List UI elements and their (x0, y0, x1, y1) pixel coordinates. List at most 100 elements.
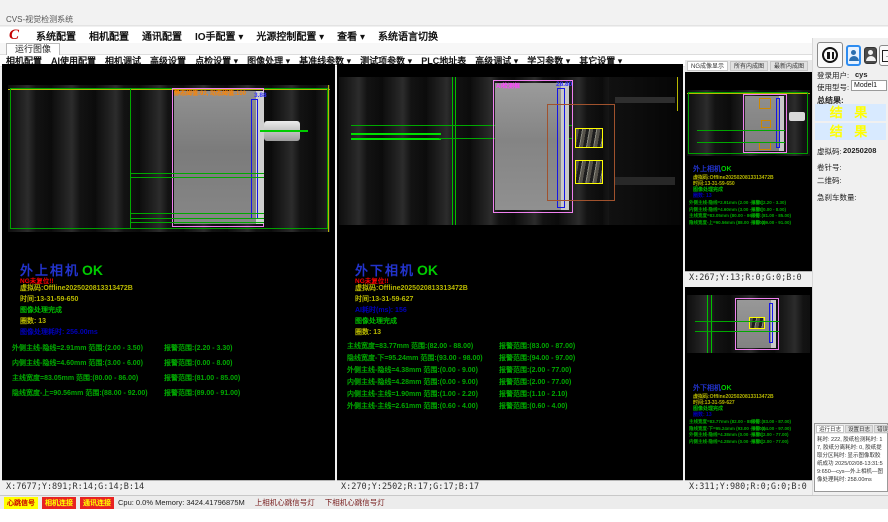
pixel-coords-bar: X:311;Y:980;R:0;G:0;B:0 (685, 480, 812, 494)
measure-line (130, 177, 264, 178)
threshold-label: 静态阈值:93, 动态阈值:100 (174, 88, 246, 97)
time-text: 时间:13-31-59-650 (20, 294, 78, 304)
rt-tabs-2[interactable]: 最新内成图 (770, 61, 808, 71)
camera-result-title: 外下相机OK (693, 383, 732, 393)
measurement-list: 外侧主线-隐线=2.91mm 范围:(2.00 - 3.50)报警范围:(2.2… (12, 341, 240, 401)
ng-thumbnail-image[interactable] (687, 90, 810, 156)
brake-count-label: 急刹车数量: (817, 192, 857, 203)
result-ok: OK (721, 385, 732, 392)
roi-orange-box (761, 120, 771, 128)
window-title: CVS-视觉检测系统 (6, 14, 73, 25)
result-ok: OK (721, 166, 732, 173)
roi-yellow-box (575, 160, 603, 184)
roi-yellow-box (749, 317, 765, 329)
camera-result-title: 外上相机OK (693, 164, 732, 174)
login-user-label: 登录用户: (817, 70, 849, 81)
pixel-coords-bar: X:270;Y:2502;R:17;G:17;B:17 (337, 480, 683, 494)
exit-button[interactable] (879, 45, 888, 66)
menu-items-5[interactable]: 查看 ▾ (337, 28, 365, 43)
barcode-text: 虚拟码:Offline2025020813313472B (20, 283, 133, 293)
measure-line (130, 173, 264, 174)
pixel-coords-bar: X:7677;Y:891;R:14;G:14;B:14 (2, 480, 335, 494)
menu-items-3[interactable]: IO手配置 ▾ (195, 28, 243, 43)
status-bar: 心跳信号 相机连接 通讯连接 Cpu: 0.0% Memory: 3424.41… (0, 495, 888, 509)
measurement-row: 外侧主线-隐线=2.91mm 范围:(2.00 - 3.50)报警范围:(2.2… (12, 341, 240, 356)
result-indicator-bottom: 结 果 (815, 123, 886, 140)
lower-cam-heartbeat: 下相机心跳信号灯 (325, 497, 385, 508)
bright-green-segment (351, 133, 441, 135)
time-text: 时间:13-31-59-627 (355, 294, 413, 304)
exit-door-icon (882, 50, 888, 62)
result-ok: OK (417, 262, 438, 278)
menu-items-1[interactable]: 相机配置 (89, 28, 129, 43)
result-ok: OK (82, 262, 103, 278)
app-logo-icon: C (9, 27, 19, 43)
log-tabs-1[interactable]: 设置日志 (845, 425, 873, 433)
left-camera-panel: 3.88 静态阈值:93, 动态阈值:100 外上相机OK NG未复位!! 虚拟… (2, 64, 335, 494)
roi-orange-box (759, 142, 771, 150)
menu-bar: C 系统配置相机配置通讯配置 IO手配置 ▾ 光源控制配置 ▾ 查看 ▾ 系统语言切换 (0, 27, 888, 43)
roi-brown-rect (547, 104, 615, 201)
heartbeat-badge: 心跳信号 (4, 497, 38, 509)
process-done-text: 图像处理完成 (355, 316, 397, 326)
measurement-row: 主线宽度=83.77mm 范围:(82.00 - 88.00)报警范围:(83.… (347, 341, 575, 353)
rt-tabs-1[interactable]: 所有内成图 (730, 61, 768, 71)
rt-tabs-0[interactable]: NG成像显示 (687, 61, 728, 71)
menu-items-0[interactable]: 系统配置 (36, 28, 76, 43)
sidebar: 登录用户: cys 使用型号: Model1 总结果: 结 果 结 果 虚拟码:… (812, 38, 888, 510)
user-login-button[interactable] (846, 45, 861, 66)
menu-items-6[interactable]: 系统语言切换 (378, 28, 438, 43)
upper-cam-heartbeat: 上相机心跳信号灯 (255, 497, 315, 508)
user-dark-icon (865, 50, 876, 61)
log-panel: 运行日志设置日志错误日志 耗时: 222, 胶纸检测耗时: 17, 胶纸分离耗时… (814, 423, 888, 492)
measure-line (130, 218, 264, 219)
bright-green-segment (351, 138, 441, 140)
green-probe-line (260, 130, 308, 132)
log-tabs-0[interactable]: 运行日志 (816, 425, 844, 433)
machine-part (615, 97, 675, 103)
barcode-label: 虚拟码: (817, 146, 842, 157)
measurement-row: 内侧主线-隐线=4.28mm (0.00 - 9.00)报警:(2.00 - 7… (689, 439, 791, 446)
log-tabs-2[interactable]: 错误日志 (874, 425, 888, 433)
loop-count-text: 圈数: 13 (693, 411, 712, 418)
window-bottom-strip (0, 509, 888, 522)
ng-display-panel: NG成像显示所有内成图最新内成图 外上相机OK 虚拟码:Offline20250… (685, 60, 812, 285)
measurement-row: 外侧主线-主线=2.61mm 范围:(0.60 - 4.00)报警范围:(0.6… (347, 401, 575, 413)
menu-items-2[interactable]: 通讯配置 (142, 28, 182, 43)
measure-line (130, 222, 264, 223)
model-select[interactable]: Model1 (851, 80, 887, 91)
green-guide-line (130, 88, 131, 229)
pause-icon (822, 47, 838, 63)
pause-button[interactable] (817, 42, 843, 68)
measurement-row: 内侧主线-隐线=4.28mm 范围:(0.00 - 9.00)报警范围:(2.0… (347, 377, 575, 389)
loop-count-text: 圈数: 13 (355, 327, 381, 337)
log-tabs: 运行日志设置日志错误日志 (815, 424, 887, 434)
log-text: 耗时: 222, 胶纸检测耗时: 17, 胶纸分离耗时: 0, 胶纸提取分区耗时… (815, 434, 887, 486)
measurement-list: 主线宽度=83.77mm (82.00 - 88.00)报警:(83.00 - … (689, 419, 791, 445)
measure-line (695, 321, 779, 322)
barcode-value: 20250208 (843, 146, 876, 155)
middle-camera-image[interactable]: AI检测框 28.80 (339, 77, 681, 225)
barcode-text: 虚拟码:Offline2025020813313472B (355, 283, 468, 293)
login-user-value: cys (855, 70, 868, 79)
app-window: CVS-视觉检测系统 C 系统配置相机配置通讯配置 IO手配置 ▾ 光源控制配置 ▾… (0, 0, 888, 522)
yellow-edge-line (677, 77, 678, 111)
second-display-panel: 外下相机OK 虚拟码:Offline2025020813313472B 时间:1… (685, 287, 812, 494)
menu-items-4[interactable]: 光源控制配置 ▾ (256, 28, 324, 43)
green-guide-line (707, 295, 708, 353)
measurement-row: 外侧主线-隐线=4.38mm 范围:(0.00 - 9.00)报警范围:(2.0… (347, 365, 575, 377)
comm-link-badge: 通讯连接 (80, 497, 114, 509)
thumbnail-image[interactable] (687, 295, 810, 353)
loop-count-text: 圈数: 13 (20, 316, 46, 326)
loop-count-text: 圈数: 13 (693, 192, 712, 199)
blue-measure-value: 28.80 (556, 81, 572, 88)
measurement-list: 外侧主线-隐线=2.91mm (2.00 - 3.50)报警:(2.20 - 3… (689, 200, 791, 226)
camera-name: 外上相机 (693, 166, 721, 173)
left-camera-image[interactable]: 3.88 静态阈值:93, 动态阈值:100 (8, 85, 330, 232)
camera-name: 外下相机 (693, 385, 721, 392)
measurement-row: 主线宽度=83.05mm 范围:(80.00 - 86.00)报警范围:(81.… (12, 371, 240, 386)
operator-button[interactable] (864, 47, 877, 64)
measurement-list: 主线宽度=83.77mm 范围:(82.00 - 88.00)报警范围:(83.… (347, 341, 575, 413)
measure-line (130, 213, 264, 214)
process-done-text: 图像处理完成 (20, 305, 62, 315)
